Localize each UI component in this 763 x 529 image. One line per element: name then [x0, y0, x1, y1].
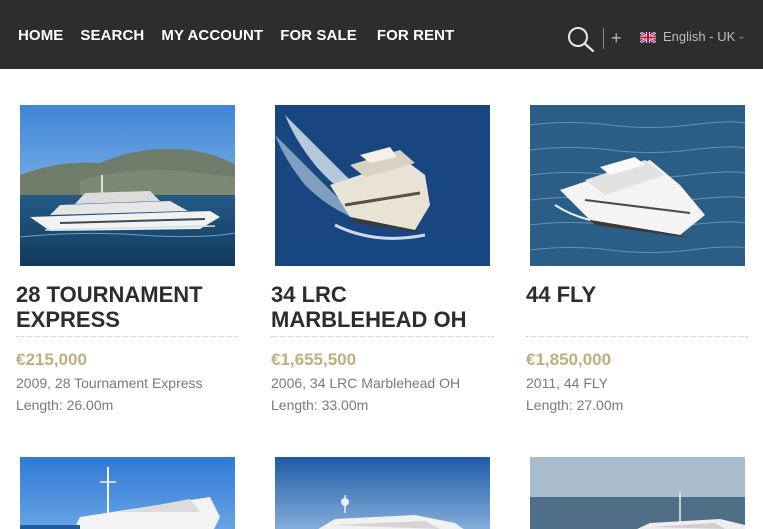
divider: [16, 336, 238, 337]
listing-photo[interactable]: [20, 457, 235, 529]
listing-description: 2011, 44 FLY: [526, 375, 608, 391]
chevron-down-icon: ⌄: [737, 31, 746, 42]
divider: [271, 336, 493, 337]
header-divider: [603, 28, 604, 49]
search-icon[interactable]: [567, 26, 595, 52]
language-label: English - UK: [663, 29, 736, 44]
listing-photo[interactable]: [20, 105, 235, 266]
listing-photo[interactable]: [530, 105, 745, 266]
listing-title[interactable]: 28 TOURNAMENT EXPRESS: [16, 282, 238, 332]
plus-icon[interactable]: +: [611, 28, 622, 48]
uk-flag-icon: [640, 31, 656, 43]
listing-length: Length: 33.00m: [271, 397, 369, 413]
listing-length: Length: 26.00m: [16, 397, 114, 413]
nav-home[interactable]: HOME: [18, 27, 63, 45]
divider: [526, 336, 748, 337]
listing-length: Length: 27.00m: [526, 397, 624, 413]
listing-description: 2006, 34 LRC Marblehead OH: [271, 375, 461, 391]
listing-title[interactable]: 34 LRC MARBLEHEAD OH: [271, 282, 493, 332]
listing-description: 2009, 28 Tournament Express: [16, 375, 203, 391]
language-selector[interactable]: English - UK ⌄: [640, 29, 746, 45]
nav-for-sale[interactable]: FOR SALE: [280, 27, 357, 45]
nav-my-account[interactable]: MY ACCOUNT: [161, 27, 263, 45]
top-navigation-bar: HOME SEARCH MY ACCOUNT FOR SALE FOR RENT…: [0, 0, 763, 69]
listing-price: €215,000: [16, 350, 87, 369]
listing-title[interactable]: 44 FLY: [526, 282, 748, 307]
nav-search[interactable]: SEARCH: [80, 27, 144, 45]
listing-price: €1,850,000: [526, 350, 612, 369]
listing-photo[interactable]: [275, 457, 490, 529]
listing-photo[interactable]: [530, 457, 745, 529]
listing-price: €1,655,500: [271, 350, 357, 369]
nav-for-rent[interactable]: FOR RENT: [377, 27, 454, 45]
listing-photo[interactable]: [275, 105, 490, 266]
main-nav: HOME SEARCH MY ACCOUNT FOR SALE FOR RENT: [18, 27, 474, 45]
